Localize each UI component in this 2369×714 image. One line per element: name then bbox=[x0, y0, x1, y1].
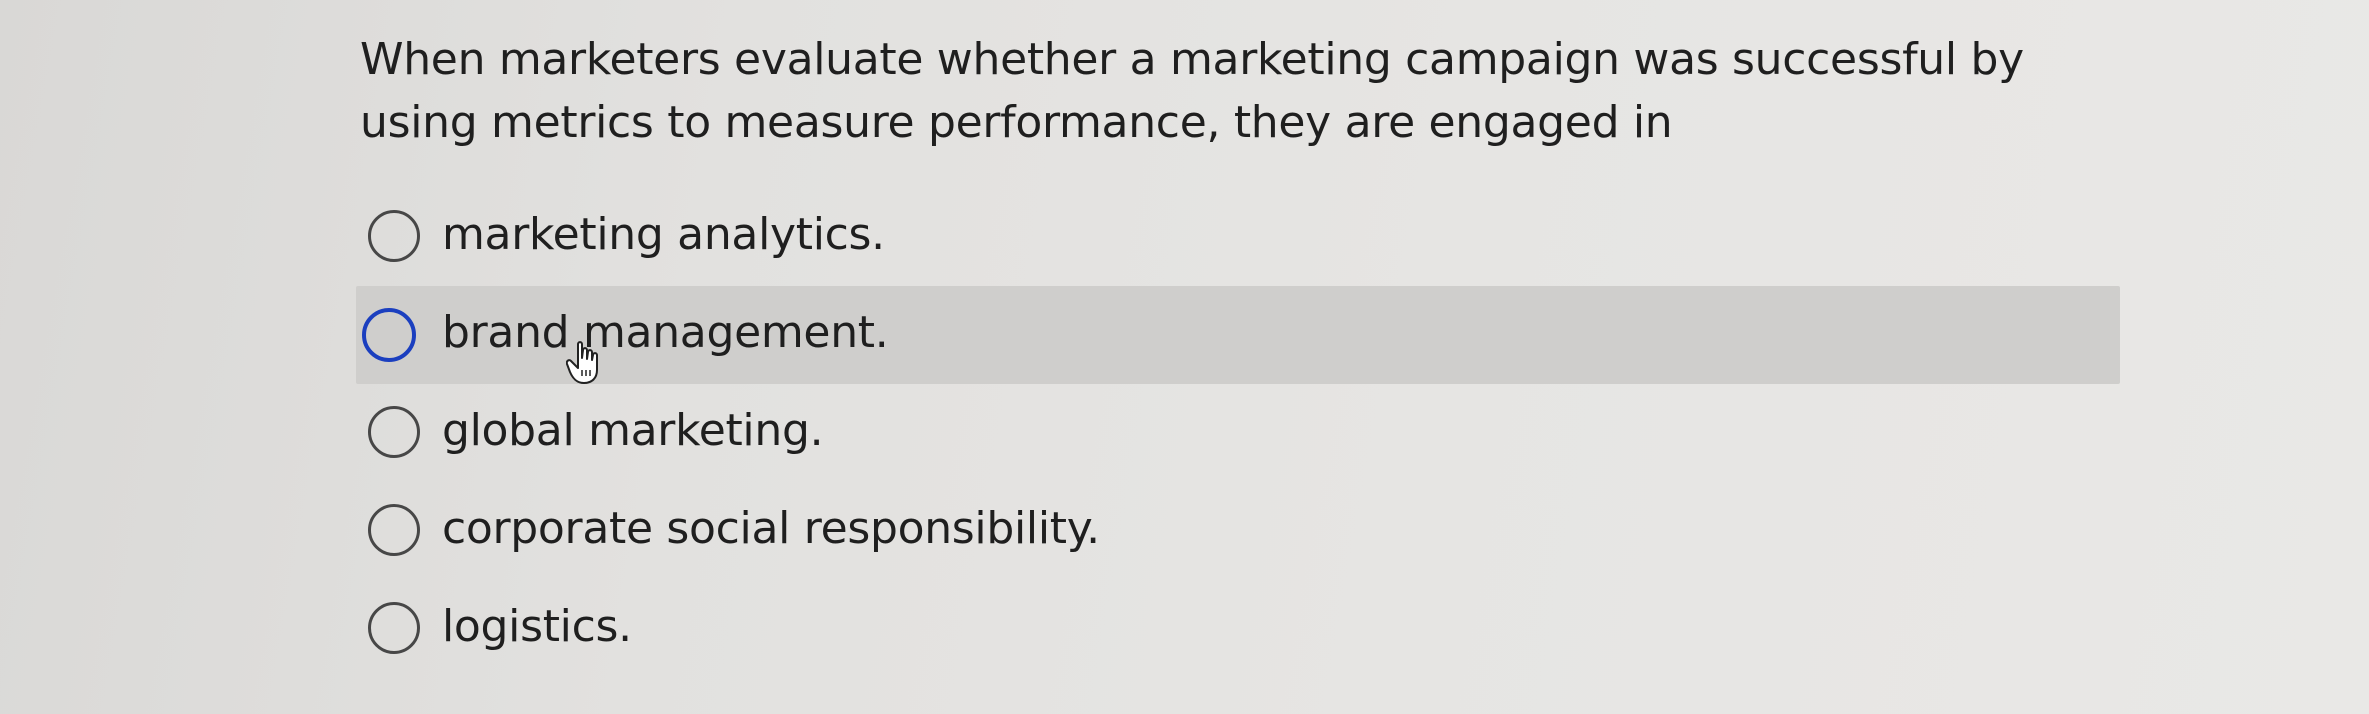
option-label: logistics. bbox=[442, 600, 632, 652]
hand-pointer-icon bbox=[566, 341, 598, 384]
answer-options: marketing analytics. brand management. g… bbox=[0, 188, 2369, 678]
option-brand-management[interactable]: brand management. bbox=[356, 286, 2120, 384]
option-label: corporate social responsibility. bbox=[442, 502, 1100, 554]
radio-button[interactable] bbox=[368, 602, 420, 654]
option-logistics[interactable]: logistics. bbox=[0, 580, 2369, 678]
question-text: When marketers evaluate whether a market… bbox=[360, 34, 2024, 148]
radio-button[interactable] bbox=[368, 210, 420, 262]
option-label: marketing analytics. bbox=[442, 208, 885, 260]
radio-button[interactable] bbox=[368, 406, 420, 458]
option-label: brand management. bbox=[442, 306, 889, 358]
radio-button[interactable] bbox=[362, 308, 416, 362]
option-label: global marketing. bbox=[442, 404, 824, 456]
radio-button[interactable] bbox=[368, 504, 420, 556]
option-corporate-social-responsibility[interactable]: corporate social responsibility. bbox=[0, 482, 2369, 580]
option-global-marketing[interactable]: global marketing. bbox=[0, 384, 2369, 482]
option-marketing-analytics[interactable]: marketing analytics. bbox=[0, 188, 2369, 286]
